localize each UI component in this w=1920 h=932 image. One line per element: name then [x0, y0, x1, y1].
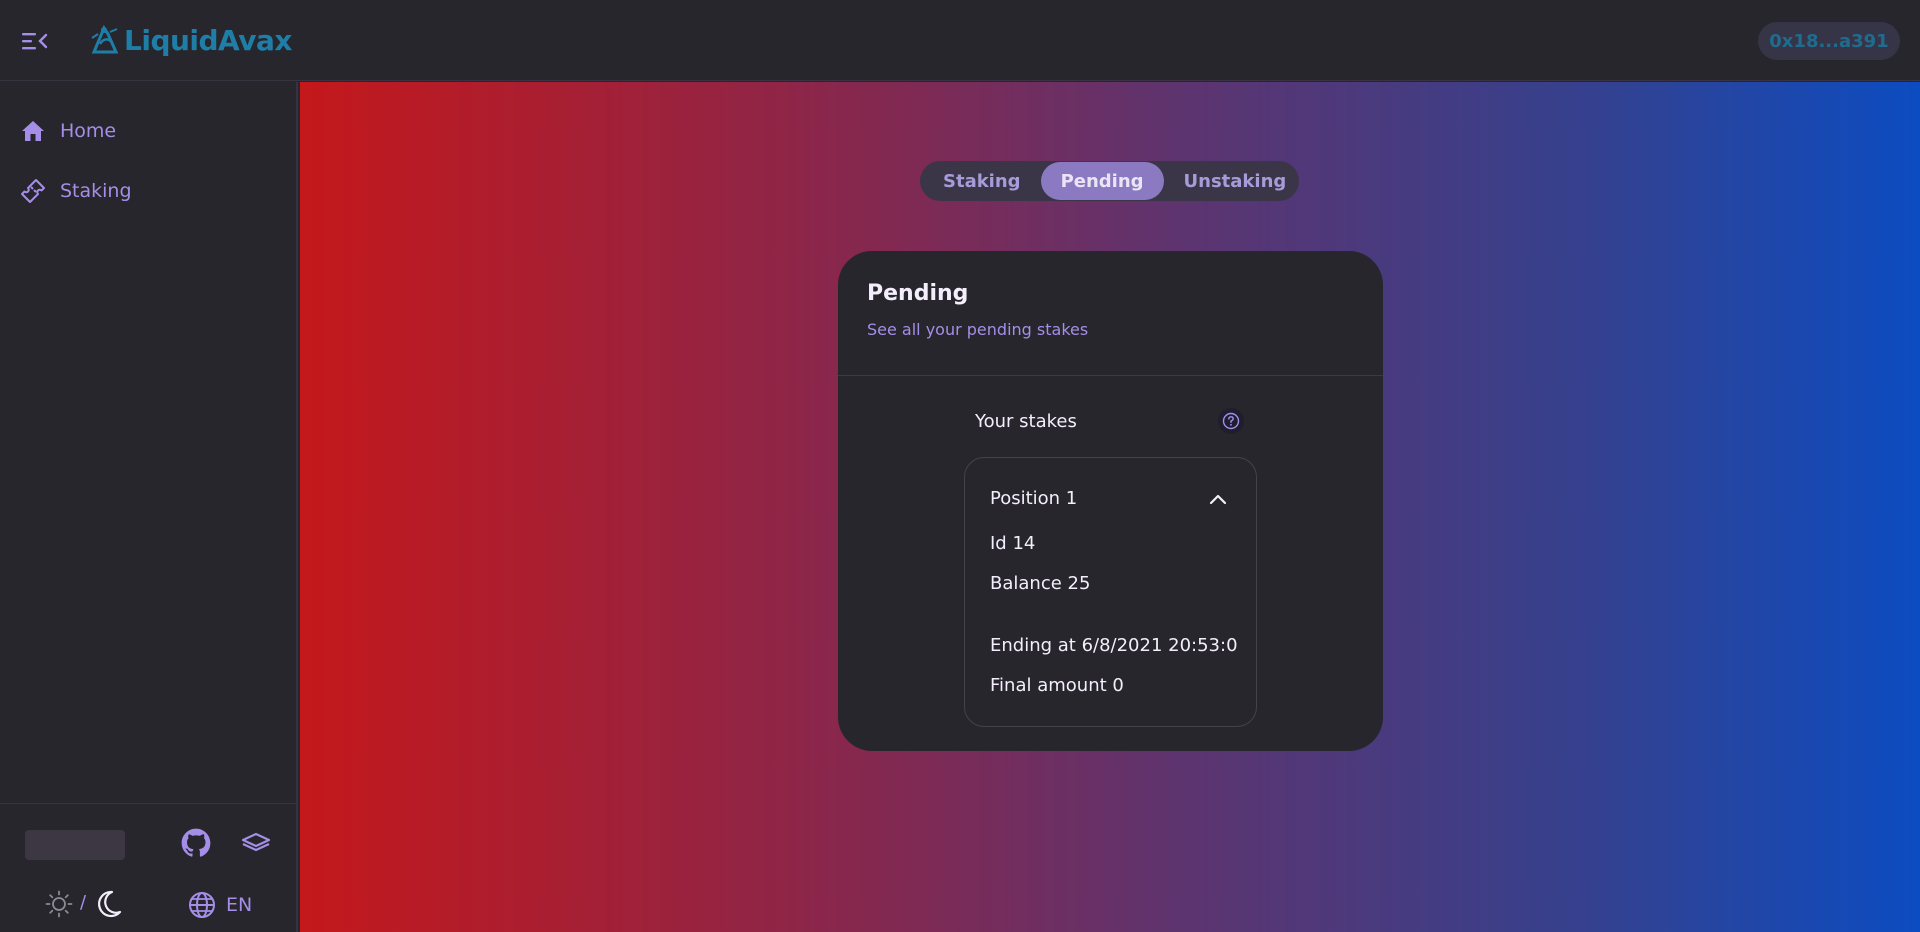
help-icon[interactable]: [1218, 408, 1244, 434]
card-title: Pending: [867, 281, 969, 306]
your-stakes-label: Your stakes: [975, 411, 1077, 432]
globe-icon[interactable]: [188, 891, 216, 923]
tab-unstaking[interactable]: Unstaking: [1164, 162, 1307, 200]
ticket-icon: [21, 179, 45, 203]
home-icon: [22, 121, 44, 141]
github-icon[interactable]: [181, 828, 211, 862]
language-selector[interactable]: EN: [226, 894, 252, 916]
card-subtitle: See all your pending stakes: [867, 320, 1089, 339]
sidebar-item-label: Home: [60, 120, 117, 142]
price-placeholder: [25, 830, 125, 860]
logo[interactable]: LiquidAvax: [90, 22, 292, 58]
position-ending: Ending at 6/8/2021 20:53:0: [990, 635, 1238, 656]
docs-book-icon[interactable]: [241, 830, 271, 860]
logo-mark-icon: [91, 24, 119, 54]
sidebar-footer: / EN: [0, 803, 296, 932]
top-bar: LiquidAvax 0x18...a391: [0, 0, 1920, 81]
pending-card: Pending See all your pending stakes Your…: [838, 251, 1383, 751]
menu-collapse-icon[interactable]: [22, 29, 48, 53]
card-header: Pending See all your pending stakes: [838, 251, 1383, 376]
stake-tabs: Staking Pending Unstaking: [920, 161, 1299, 201]
sidebar: Home Staking / EN: [0, 82, 298, 932]
moon-icon[interactable]: [96, 890, 122, 922]
logo-text: LiquidAvax: [124, 23, 292, 57]
chevron-up-icon[interactable]: [1209, 490, 1227, 509]
sidebar-item-staking[interactable]: Staking: [20, 174, 132, 208]
wallet-address-button[interactable]: 0x18...a391: [1758, 22, 1900, 60]
sun-icon[interactable]: [45, 890, 73, 922]
main-content: Staking Pending Unstaking Pending See al…: [300, 82, 1920, 932]
sidebar-item-home[interactable]: Home: [20, 114, 116, 148]
theme-separator: /: [80, 892, 87, 913]
position-balance: Balance 25: [990, 573, 1091, 594]
position-accordion: Position 1 Id 14 Balance 25 Ending at 6/…: [964, 457, 1257, 727]
sidebar-item-label: Staking: [60, 180, 132, 202]
tab-staking[interactable]: Staking: [923, 162, 1041, 200]
tab-pending[interactable]: Pending: [1040, 162, 1164, 200]
position-title[interactable]: Position 1: [990, 488, 1077, 509]
position-id: Id 14: [990, 533, 1036, 554]
position-final-amount: Final amount 0: [990, 675, 1124, 696]
